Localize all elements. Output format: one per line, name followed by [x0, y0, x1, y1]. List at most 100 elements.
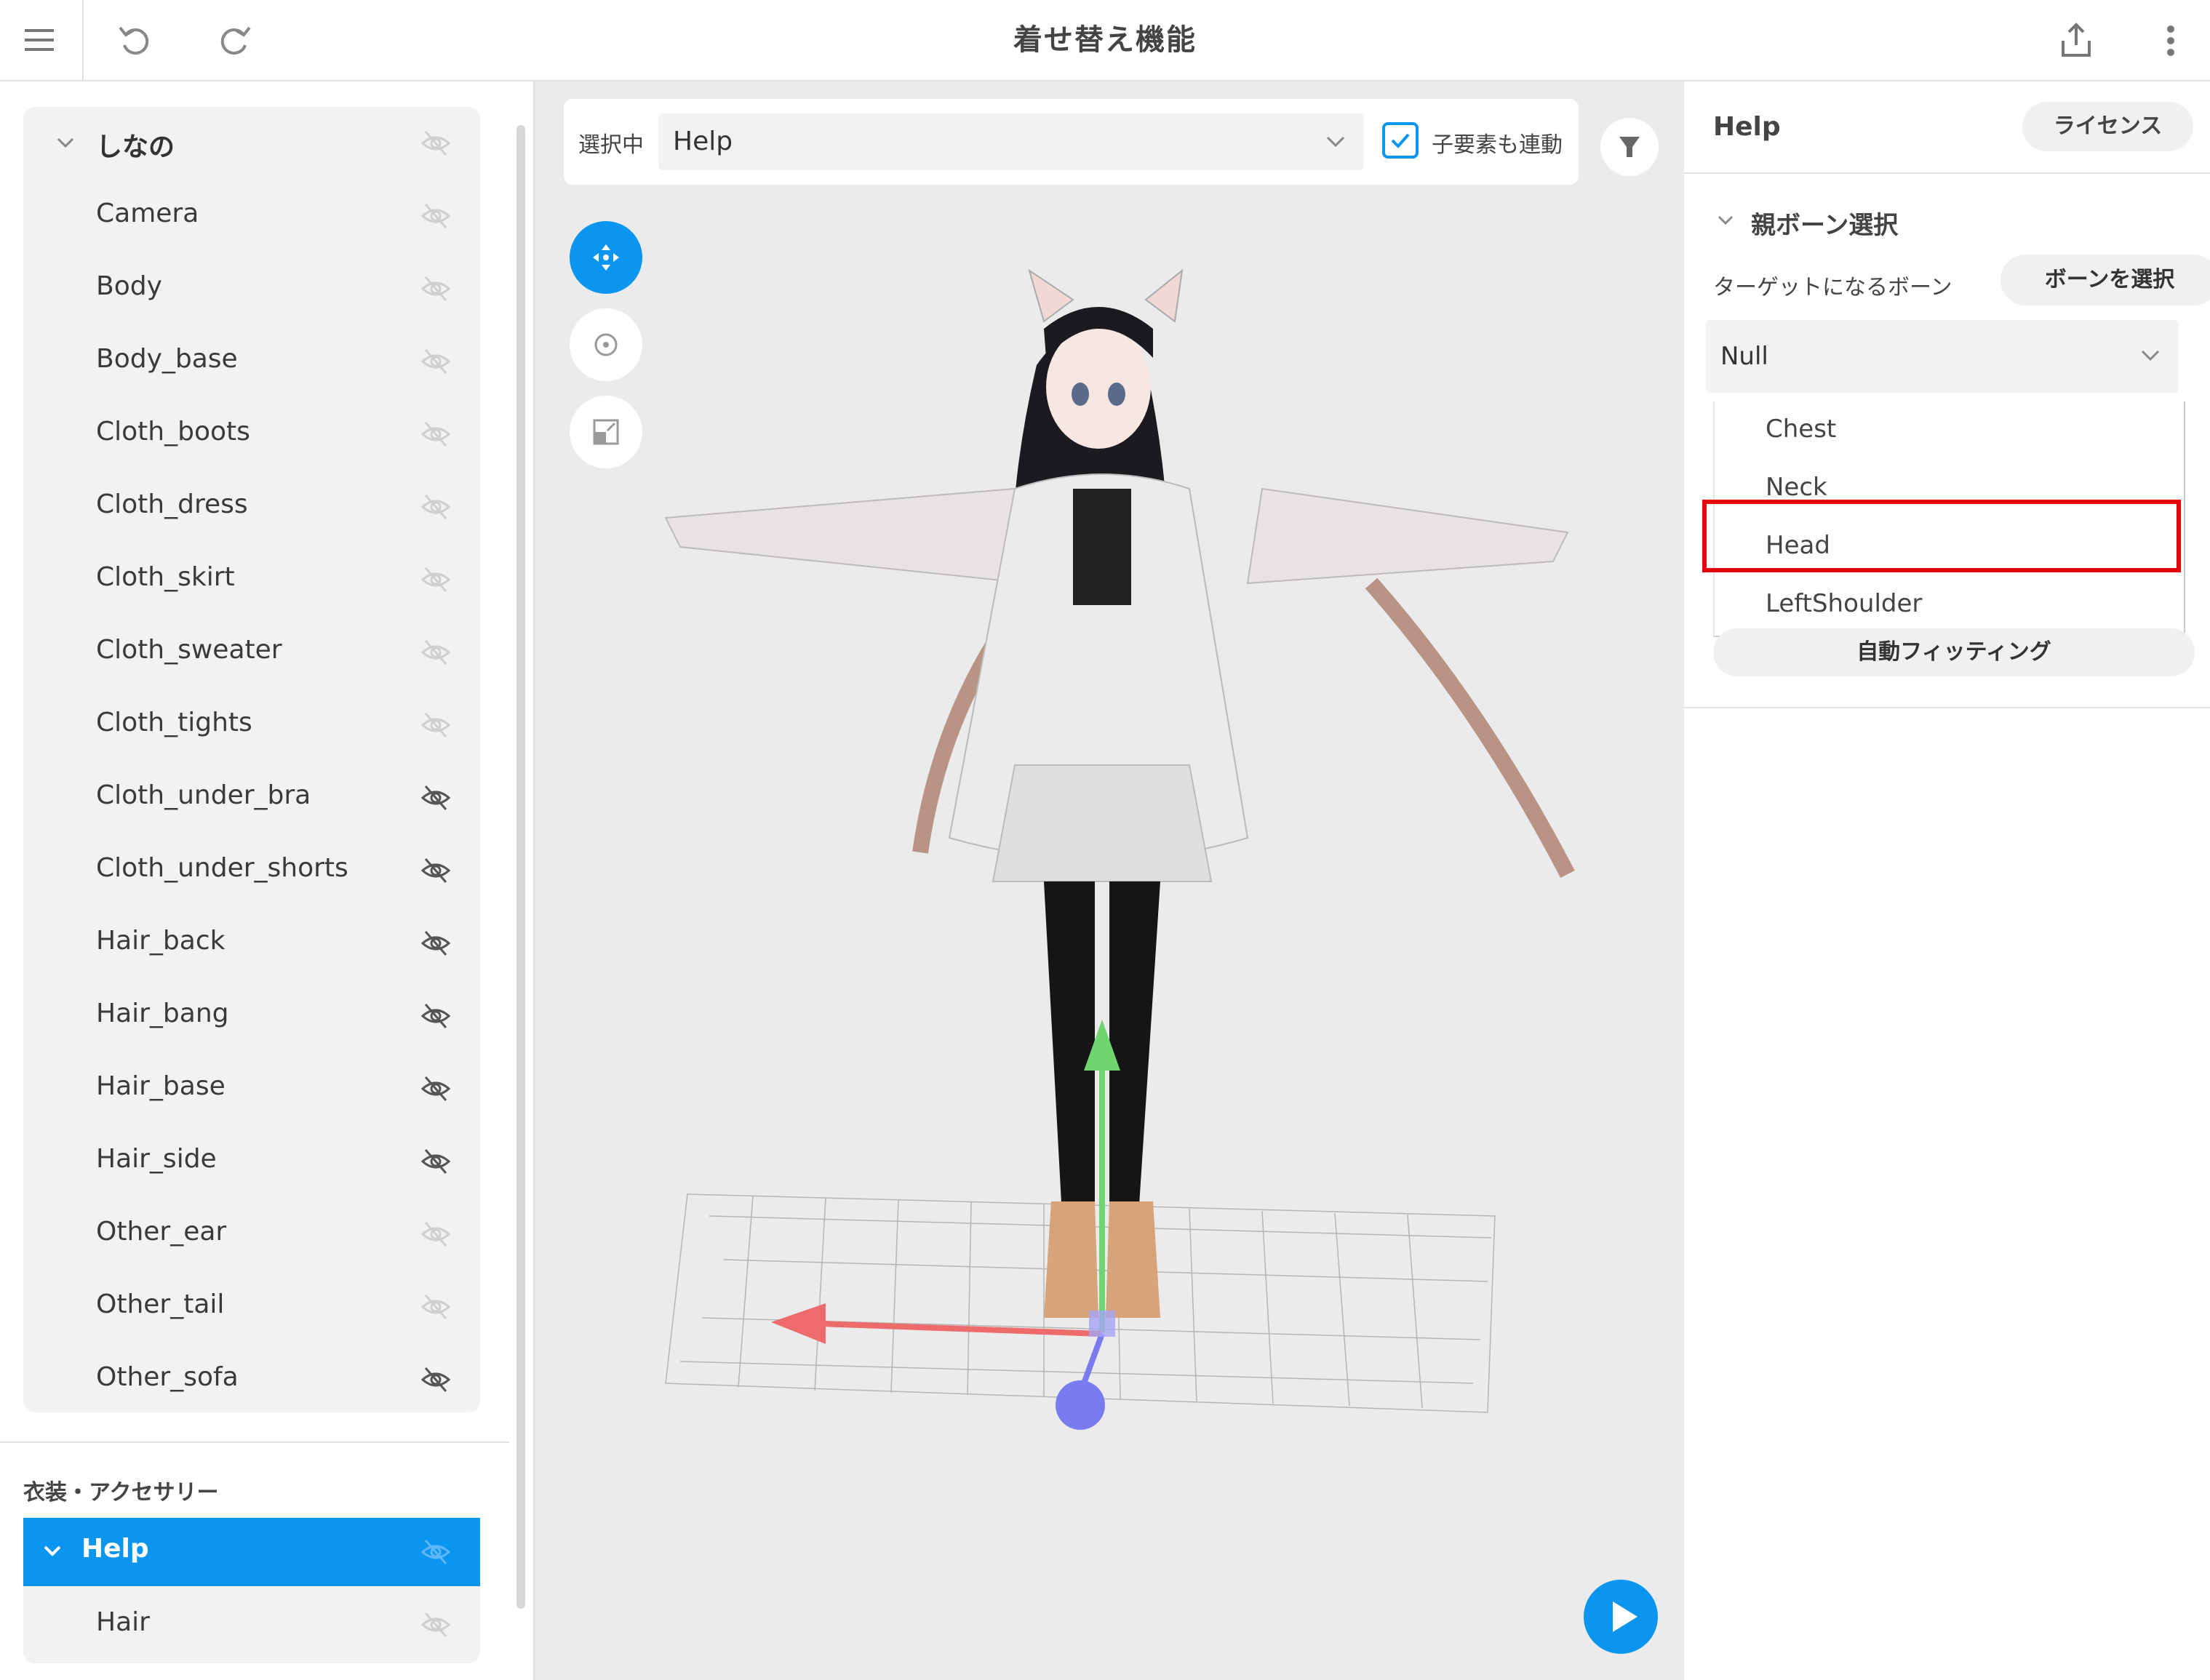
- node-label: Cloth_dress: [96, 489, 248, 519]
- target-bone-label: ターゲットになるボーン: [1713, 275, 1952, 300]
- eye-off-icon[interactable]: [420, 1291, 452, 1323]
- eye-off-icon[interactable]: [420, 1218, 452, 1250]
- node-row-cloth-sweater[interactable]: Cloth_sweater: [23, 616, 480, 689]
- eye-off-icon[interactable]: [420, 1609, 452, 1641]
- properties-title: Help: [1713, 112, 1781, 142]
- right-leg: [1109, 881, 1160, 1216]
- scene-hierarchy-panel: しなの Camera Body Body_base Cloth_boots Cloth_…: [0, 81, 533, 1680]
- 3d-viewport[interactable]: 選択中 Help 子要素も連動: [533, 81, 1686, 1680]
- highlight-box: [1702, 500, 2181, 572]
- eye-off-icon[interactable]: [420, 1073, 452, 1105]
- properties-panel: Help ライセンス 親ボーン選択 ターゲットになるボーン ボーンを選択 Nul…: [1684, 81, 2210, 1680]
- inner-top: [1073, 489, 1131, 605]
- node-row-cloth-tights[interactable]: Cloth_tights: [23, 689, 480, 761]
- character-model-scene: [664, 268, 1575, 1430]
- node-row-hair-bang[interactable]: Hair_bang: [23, 980, 480, 1052]
- bone-option-leftshoulder[interactable]: LeftShoulder: [1715, 576, 2184, 634]
- face: [1046, 325, 1151, 449]
- eye-off-icon[interactable]: [420, 855, 452, 887]
- node-label: Other_ear: [96, 1217, 227, 1247]
- chevron-down-icon: [2141, 350, 2160, 361]
- group-label: しなの: [96, 132, 175, 162]
- more-vertical-icon[interactable]: [2142, 11, 2200, 69]
- right-boot: [1106, 1201, 1160, 1318]
- node-label: Cloth_under_bra: [96, 780, 311, 810]
- node-label: Body: [96, 271, 162, 301]
- node-row-cloth-skirt[interactable]: Cloth_skirt: [23, 543, 480, 616]
- section-divider: [0, 1441, 509, 1443]
- license-button[interactable]: ライセンス: [2022, 102, 2193, 151]
- node-label: Cloth_sweater: [96, 635, 282, 665]
- properties-header: Help ライセンス: [1684, 81, 2210, 174]
- node-row-other-sofa[interactable]: Other_sofa: [23, 1343, 480, 1416]
- node-label: Cloth_boots: [96, 417, 250, 447]
- eye-off-icon[interactable]: [420, 127, 452, 159]
- play-icon: [1613, 1601, 1637, 1632]
- node-row-cloth-under-shorts[interactable]: Cloth_under_shorts: [23, 834, 480, 907]
- scrollbar[interactable]: [516, 125, 525, 1609]
- node-row-other-tail[interactable]: Other_tail: [23, 1271, 480, 1343]
- cat-ear-right: [1144, 268, 1184, 323]
- node-row-hair-side[interactable]: Hair_side: [23, 1125, 480, 1198]
- eye-off-icon[interactable]: [420, 1145, 452, 1177]
- node-label: Cloth_tights: [96, 708, 252, 737]
- eye-off-icon[interactable]: [420, 927, 452, 959]
- eye-off-icon[interactable]: [420, 345, 452, 377]
- node-row-other-ear[interactable]: Other_ear: [23, 1198, 480, 1271]
- node-row-hair-back[interactable]: Hair_back: [23, 907, 480, 980]
- chevron-down-icon[interactable]: [1713, 208, 1738, 233]
- auto-fitting-button[interactable]: 自動フィッティング: [1713, 628, 2195, 676]
- bone-dropdown[interactable]: Null: [1706, 320, 2179, 393]
- group-shinano[interactable]: しなの: [23, 107, 480, 180]
- right-sleeve: [1246, 487, 1569, 585]
- node-label: Hair_side: [96, 1144, 217, 1174]
- node-row-cloth-boots[interactable]: Cloth_boots: [23, 398, 480, 471]
- node-tree: しなの Camera Body Body_base Cloth_boots Cloth_…: [23, 107, 480, 1412]
- parent-bone-section[interactable]: 親ボーン選択: [1713, 205, 1898, 241]
- node-row-cloth-dress[interactable]: Cloth_dress: [23, 471, 480, 543]
- node-label: Hair_bang: [96, 999, 229, 1028]
- accessory-help-label: Help: [81, 1534, 149, 1564]
- left-boot: [1044, 1201, 1098, 1318]
- skirt: [992, 764, 1213, 882]
- eye-off-icon[interactable]: [420, 273, 452, 305]
- accessory-item-help[interactable]: Help: [23, 1518, 480, 1586]
- eye-off-icon[interactable]: [420, 491, 452, 523]
- eye-off-icon[interactable]: [420, 709, 452, 741]
- accessory-tree: Help Hair: [23, 1518, 480, 1663]
- eye-off-icon[interactable]: [420, 418, 452, 450]
- eye-off-icon[interactable]: [420, 1000, 452, 1032]
- node-label: Hair_back: [96, 926, 226, 956]
- node-label: Hair_base: [96, 1071, 226, 1101]
- play-button[interactable]: [1584, 1580, 1658, 1654]
- ribbon-right: [1365, 577, 1575, 879]
- eye-off-icon[interactable]: [420, 636, 452, 668]
- eye-off-icon[interactable]: [420, 782, 452, 814]
- node-label: Other_tail: [96, 1289, 225, 1319]
- section-divider: [1684, 707, 2210, 708]
- node-row-body-base[interactable]: Body_base: [23, 325, 480, 398]
- eye-off-icon[interactable]: [420, 1536, 452, 1568]
- eye-off-icon[interactable]: [420, 564, 452, 596]
- chevron-down-icon[interactable]: [51, 129, 80, 158]
- node-label: Body_base: [96, 344, 238, 374]
- select-bone-button[interactable]: ボーンを選択: [2000, 255, 2210, 305]
- node-label: Cloth_under_shorts: [96, 853, 348, 883]
- page-title: 着せ替え機能: [1013, 23, 1197, 57]
- eye-off-icon[interactable]: [420, 1364, 452, 1396]
- cat-ear-left: [1028, 268, 1074, 323]
- bone-dropdown-value: Null: [1720, 342, 1768, 371]
- eye-off-icon[interactable]: [420, 200, 452, 232]
- node-row-body[interactable]: Body: [23, 252, 480, 325]
- bone-option-chest[interactable]: Chest: [1715, 401, 2184, 460]
- accessory-item-hair[interactable]: Hair: [23, 1588, 480, 1661]
- accessory-hair-label: Hair: [96, 1607, 150, 1637]
- node-row-hair-base[interactable]: Hair_base: [23, 1052, 480, 1125]
- left-sleeve: [664, 487, 1031, 585]
- chevron-down-icon[interactable]: [38, 1537, 67, 1566]
- share-icon[interactable]: [2047, 11, 2105, 69]
- node-row-camera[interactable]: Camera: [23, 180, 480, 252]
- accessory-section-title: 衣装・アクセサリー: [23, 1480, 219, 1505]
- top-bar: 着せ替え機能: [0, 0, 2210, 81]
- node-row-cloth-under-bra[interactable]: Cloth_under_bra: [23, 761, 480, 834]
